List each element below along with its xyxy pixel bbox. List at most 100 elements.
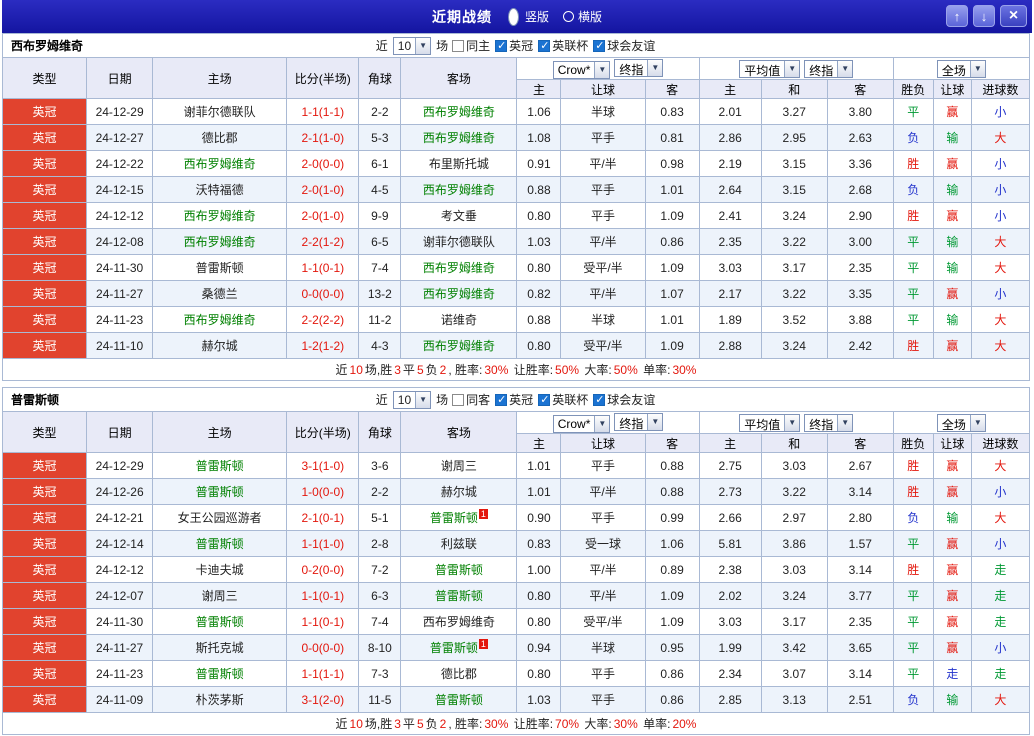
handicap-line: 半球 [560, 306, 646, 333]
corner-score: 7-4 [358, 254, 402, 281]
final-odds-select[interactable]: 终指 ▼ [614, 58, 664, 77]
final-odds-select[interactable]: 终指 ▼ [804, 59, 854, 78]
summary-segment: 负 [425, 717, 438, 731]
euro-draw-odds: 3.24 [760, 332, 828, 359]
away-team: 利兹联 [400, 530, 518, 557]
chevron-down-icon: ▼ [415, 37, 431, 54]
final-odds-select[interactable]: 终指 ▼ [804, 413, 854, 432]
away-team: 普雷斯顿 [400, 582, 518, 609]
result-outcome: 胜 [892, 452, 934, 479]
league-checkbox[interactable]: 球会友谊 [593, 391, 655, 408]
summary-segment: 5 [416, 363, 424, 377]
euro-away-odds: 3.36 [826, 150, 894, 177]
league-badge: 英冠 [1, 254, 88, 281]
euro-home-odds: 2.66 [698, 504, 762, 531]
team-section: 普雷斯顿近10▼场同客英冠英联杯球会友谊类型日期主场比分(半场)角球客场Crow… [1, 387, 1031, 735]
checkbox-label: 同客 [466, 393, 491, 407]
result-goals: 走 [970, 608, 1031, 635]
match-count-select[interactable]: 10 ▼ [392, 36, 432, 55]
odds-source-select[interactable]: Crow* ▼ [552, 414, 611, 433]
result-goals: 走 [970, 582, 1031, 609]
euro-away-odds: 2.51 [826, 686, 894, 713]
euro-away-odds: 3.88 [826, 306, 894, 333]
scroll-up-button[interactable]: ↑ [946, 5, 968, 27]
result-goals: 小 [970, 634, 1031, 661]
column-header: 客场 [400, 411, 518, 453]
column-subheader: 客 [826, 79, 894, 99]
checked-checkbox-icon [538, 393, 551, 406]
away-team: 诺维奇 [400, 306, 518, 333]
summary-segment: 30% [484, 717, 509, 731]
summary-segment: 大率: [581, 363, 612, 377]
away-team: 西布罗姆维奇 [400, 98, 518, 125]
league-checkbox[interactable]: 英冠 [495, 391, 533, 408]
result-outcome: 胜 [892, 202, 934, 229]
away-team: 谢菲尔德联队 [400, 228, 518, 255]
euro-away-odds: 3.14 [826, 660, 894, 687]
column-subheader: 主 [516, 79, 562, 99]
match-date: 24-12-21 [86, 504, 154, 531]
team-name-text: 西布罗姆维奇 [183, 235, 256, 249]
team-name-text: 谢周三 [440, 459, 477, 473]
home-team: 普雷斯顿 [152, 452, 288, 479]
average-odds-select[interactable]: 平均值 ▼ [739, 59, 801, 78]
result-handicap: 走 [932, 660, 972, 687]
average-odds-select[interactable]: 平均值 ▼ [739, 413, 801, 432]
odds-source-select[interactable]: Crow* ▼ [552, 60, 611, 79]
handicap-away-odds: 1.09 [644, 608, 700, 635]
euro-home-odds: 2.73 [698, 478, 762, 505]
same-venue-checkbox[interactable]: 同客 [452, 391, 490, 408]
team-name-text: 西布罗姆维奇 [183, 313, 256, 327]
match-scope-select[interactable]: 全场 ▼ [936, 59, 986, 78]
column-header: 主场 [152, 411, 288, 453]
handicap-line: 半球 [560, 634, 646, 661]
scroll-down-button[interactable]: ↓ [973, 5, 995, 27]
league-checkbox[interactable]: 英联杯 [538, 37, 588, 54]
league-checkbox[interactable]: 球会友谊 [593, 37, 655, 54]
summary-segment: 2 [439, 717, 447, 731]
match-date: 24-12-08 [86, 228, 154, 255]
league-badge: 英冠 [1, 478, 88, 505]
checked-checkbox-icon [593, 393, 606, 406]
result-goals: 大 [970, 332, 1031, 359]
chevron-down-icon: ▼ [594, 61, 610, 78]
result-handicap: 输 [932, 504, 972, 531]
euro-home-odds: 3.03 [698, 608, 762, 635]
result-handicap: 赢 [932, 478, 972, 505]
column-subheader: 进球数 [970, 79, 1031, 99]
column-subheader: 胜负 [892, 433, 934, 453]
away-team: 布里斯托城 [400, 150, 518, 177]
unchecked-checkbox-icon [452, 39, 465, 52]
result-goals: 小 [970, 478, 1031, 505]
match-row: 英冠 24-12-08 西布罗姆维奇 2-2(1-2) 6-5 谢菲尔德联队 1.03 平/半… [1, 228, 1031, 255]
close-button[interactable]: × [1000, 5, 1027, 27]
match-scope-select[interactable]: 全场 ▼ [936, 413, 986, 432]
handicap-away-odds: 1.07 [644, 280, 700, 307]
select-value: 终指 [619, 416, 644, 431]
home-team: 赫尔城 [152, 332, 288, 359]
league-checkbox[interactable]: 英冠 [495, 37, 533, 54]
away-team: 普雷斯顿 1 [400, 634, 518, 661]
home-team: 女王公园巡游者 [152, 504, 288, 531]
team-name-text: 谢周三 [201, 589, 238, 603]
corner-score: 2-8 [358, 530, 402, 557]
home-team: 谢周三 [152, 582, 288, 609]
match-count-select[interactable]: 10 ▼ [392, 390, 432, 409]
handicap-line: 平手 [560, 660, 646, 687]
handicap-line: 平手 [560, 202, 646, 229]
corner-score: 6-3 [358, 582, 402, 609]
league-badge: 英冠 [1, 150, 88, 177]
layout-horizontal-option[interactable]: 横版 [563, 8, 602, 25]
league-checkbox[interactable]: 英联杯 [538, 391, 588, 408]
layout-vertical-option[interactable]: 竖版 [506, 7, 549, 26]
team-name-text: 西布罗姆维奇 [422, 105, 495, 119]
final-odds-select[interactable]: 终指 ▼ [614, 412, 664, 431]
column-subheader: 主 [698, 79, 762, 99]
column-header: 客场 [400, 57, 518, 99]
chevron-down-icon: ▼ [415, 391, 431, 408]
same-venue-checkbox[interactable]: 同主 [452, 37, 490, 54]
match-score: 0-2(0-0) [286, 556, 360, 583]
team-name-text: 普雷斯顿 [195, 615, 244, 629]
handicap-away-odds: 1.09 [644, 254, 700, 281]
checked-checkbox-icon [593, 39, 606, 52]
